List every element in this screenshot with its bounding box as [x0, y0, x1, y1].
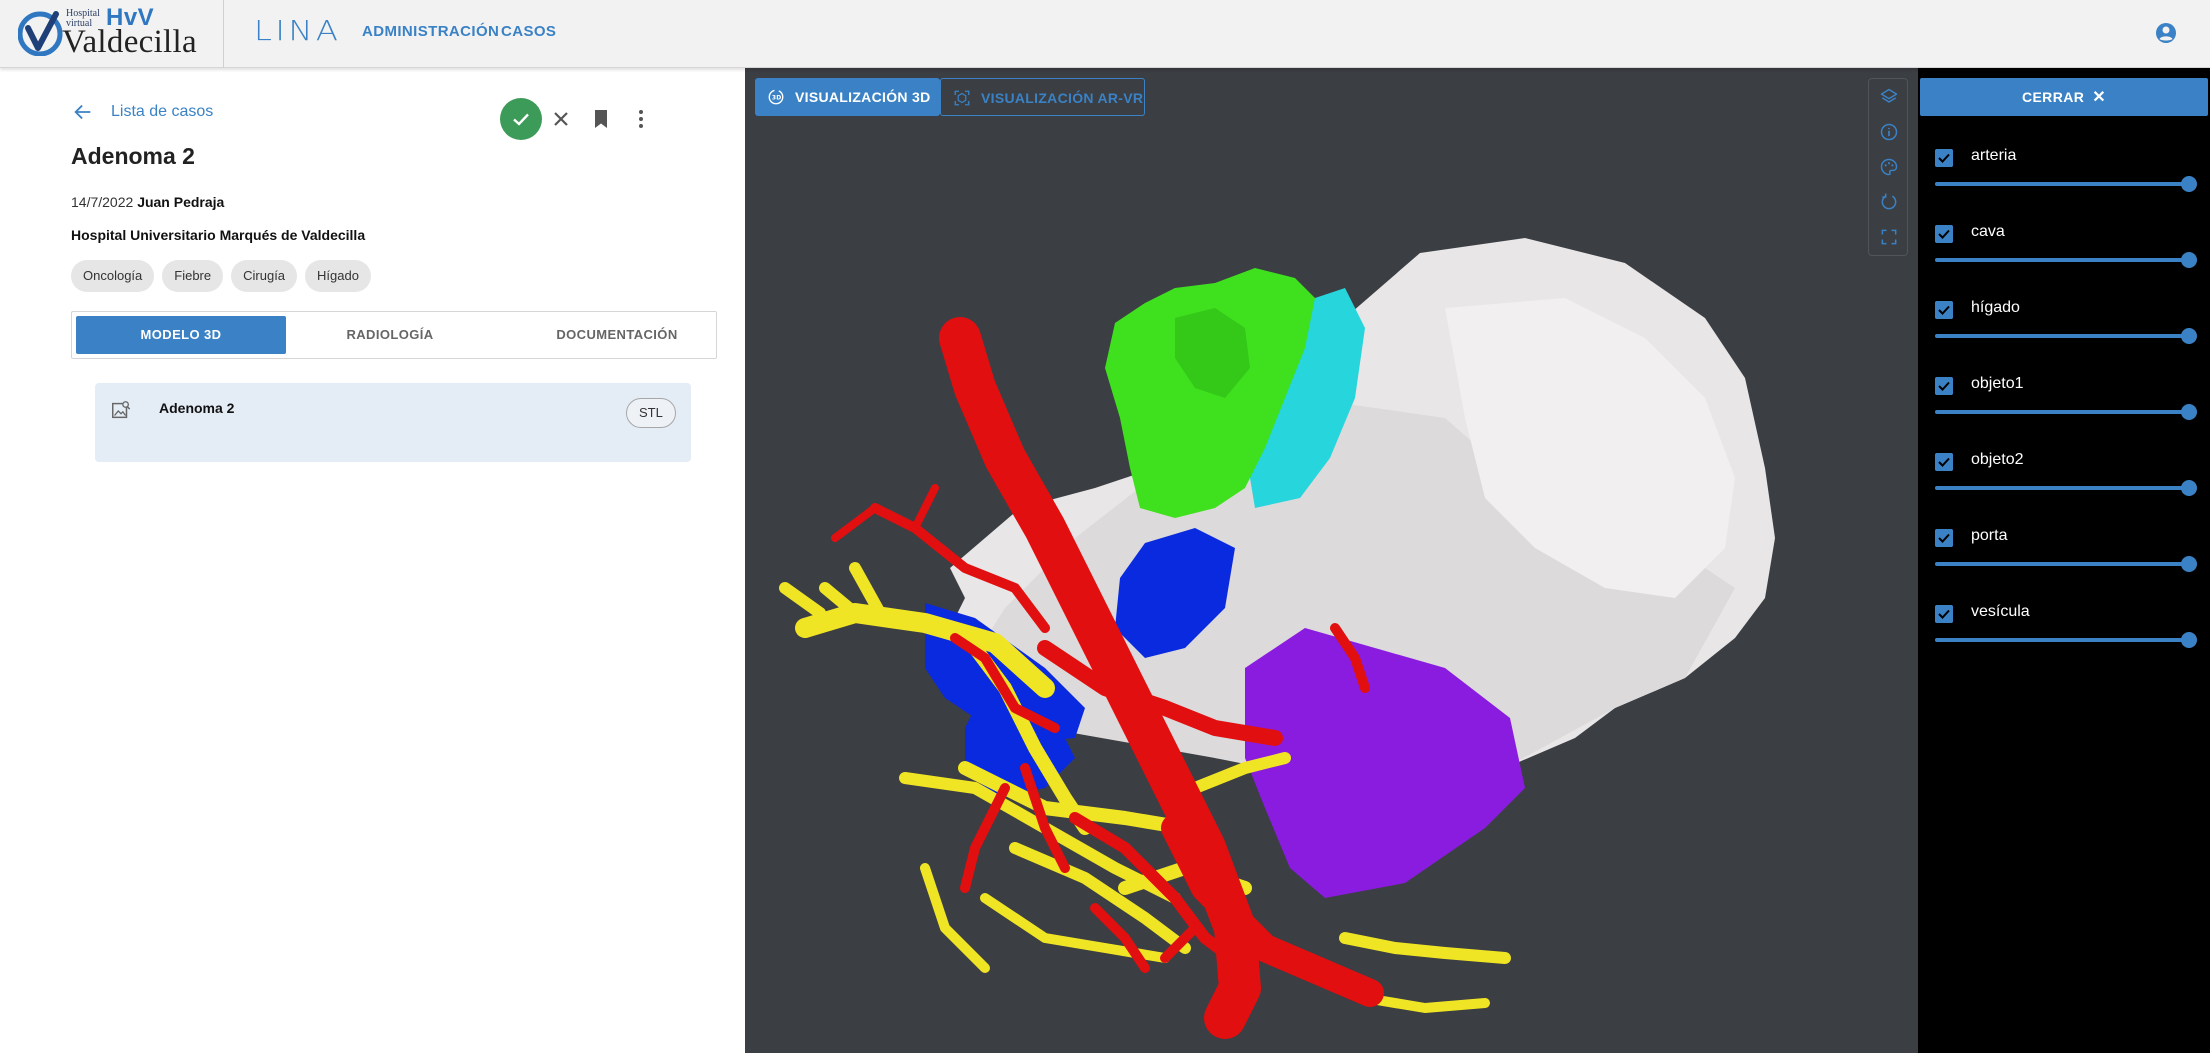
layer-name: objeto2: [1971, 451, 2024, 468]
viewer-toolbar: [1868, 78, 1908, 256]
3d-liver-model-render[interactable]: [745, 68, 1918, 1053]
tag-chip[interactable]: Hígado: [305, 260, 371, 292]
layer-opacity-slider[interactable]: [1935, 182, 2192, 186]
layers-icon[interactable]: [1879, 87, 1899, 107]
layer-opacity-slider-thumb[interactable]: [2181, 328, 2197, 344]
top-header: Hospital virtual HvV Valdecilla LINA ADM…: [0, 0, 2210, 68]
layer-row-objeto2: objeto2: [1918, 439, 2210, 515]
close-icon: ✕: [2092, 89, 2107, 106]
case-date: 14/7/2022: [71, 194, 134, 210]
logo-name: Valdecilla: [62, 24, 197, 60]
header-divider: [223, 0, 224, 68]
layer-opacity-slider-thumb[interactable]: [2181, 252, 2197, 268]
layer-visibility-checkbox[interactable]: [1935, 377, 1953, 395]
app-name[interactable]: LINA: [254, 14, 341, 47]
layer-name: porta: [1971, 527, 2008, 544]
fullscreen-icon[interactable]: [1879, 227, 1899, 247]
layer-name: hígado: [1971, 299, 2020, 316]
layer-name: arteria: [1971, 147, 2017, 164]
case-tags: Oncología Fiebre Cirugía Hígado: [71, 260, 371, 292]
layer-opacity-slider-thumb[interactable]: [2181, 404, 2197, 420]
3d-viewer[interactable]: 3D VISUALIZACIÓN 3D VISUALIZACIÓN AR-VR: [745, 68, 1918, 1053]
layer-name: vesícula: [1971, 603, 2030, 620]
check-icon: [513, 113, 529, 126]
layer-opacity-slider-thumb[interactable]: [2181, 556, 2197, 572]
close-layers-label: CERRAR: [2021, 89, 2085, 105]
more-options-button[interactable]: [629, 107, 653, 131]
layer-opacity-slider-thumb[interactable]: [2181, 632, 2197, 648]
reject-button[interactable]: [549, 107, 573, 131]
layer-opacity-slider[interactable]: [1935, 638, 2192, 642]
tab-visualizacion-3d[interactable]: 3D VISUALIZACIÓN 3D: [755, 78, 940, 116]
layers-panel: CERRAR ✕ arteria cava hígado objeto1 obje…: [1918, 68, 2210, 1053]
svg-text:3D: 3D: [772, 95, 782, 102]
layer-row-vesicula: vesícula: [1918, 591, 2210, 667]
arrow-back-icon[interactable]: [72, 101, 94, 123]
tag-chip[interactable]: Cirugía: [231, 260, 298, 292]
layer-name: cava: [1971, 223, 2005, 240]
bookmark-button[interactable]: [589, 107, 613, 131]
layer-visibility-checkbox[interactable]: [1935, 225, 1953, 243]
more-vert-icon: [639, 110, 643, 128]
case-detail-panel: Lista de casos Adenoma 2 14/7/2022 Juan …: [0, 68, 745, 1053]
layer-opacity-slider[interactable]: [1935, 562, 2192, 566]
logo-mark-icon: [18, 11, 63, 56]
layer-visibility-checkbox[interactable]: [1935, 453, 1953, 471]
hvv-valdecilla-logo[interactable]: Hospital virtual HvV Valdecilla: [18, 4, 223, 62]
layer-visibility-checkbox[interactable]: [1935, 149, 1953, 167]
layer-opacity-slider[interactable]: [1935, 410, 2192, 414]
layer-row-higado: hígado: [1918, 287, 2210, 363]
tab-visualizacion-ar-vr-label: VISUALIZACIÓN AR-VR: [981, 90, 1144, 106]
model-file-name: Adenoma 2: [159, 400, 235, 416]
layer-opacity-slider-thumb[interactable]: [2181, 480, 2197, 496]
close-icon: [554, 112, 568, 126]
layer-opacity-slider[interactable]: [1935, 258, 2192, 262]
nav-casos[interactable]: CASOS: [501, 23, 556, 40]
case-author: Juan Pedraja: [137, 194, 225, 210]
layer-row-porta: porta: [1918, 515, 2210, 591]
tab-visualizacion-ar-vr[interactable]: VISUALIZACIÓN AR-VR: [940, 78, 1145, 116]
tag-chip[interactable]: Fiebre: [162, 260, 224, 292]
info-icon[interactable]: [1879, 122, 1899, 142]
layer-row-objeto1: objeto1: [1918, 363, 2210, 439]
tab-radiologia[interactable]: RADIOLOGÍA: [320, 316, 460, 354]
layer-visibility-checkbox[interactable]: [1935, 301, 1953, 319]
tag-chip[interactable]: Oncología: [71, 260, 155, 292]
reset-rotation-icon[interactable]: [1879, 192, 1899, 212]
bookmark-icon: [595, 110, 607, 128]
image-search-icon: [112, 401, 131, 419]
case-hospital: Hospital Universitario Marqués de Valdec…: [71, 227, 366, 243]
back-to-case-list-link[interactable]: Lista de casos: [111, 103, 213, 121]
layer-opacity-slider-thumb[interactable]: [2181, 176, 2197, 192]
case-tabs: MODELO 3D RADIOLOGÍA DOCUMENTACIÓN: [71, 311, 717, 359]
layer-row-arteria: arteria: [1918, 135, 2210, 211]
layer-visibility-checkbox[interactable]: [1935, 529, 1953, 547]
file-format-badge: STL: [626, 398, 676, 428]
model-file-item[interactable]: Adenoma 2 STL: [95, 383, 691, 462]
case-title: Adenoma 2: [71, 143, 195, 169]
tab-modelo-3d[interactable]: MODELO 3D: [76, 316, 286, 354]
layer-opacity-slider[interactable]: [1935, 334, 2192, 338]
user-account-icon[interactable]: [2154, 21, 2178, 45]
view-in-ar-icon: [954, 90, 970, 106]
tab-documentacion[interactable]: DOCUMENTACIÓN: [522, 316, 712, 354]
tab-visualizacion-3d-label: VISUALIZACIÓN 3D: [795, 89, 931, 105]
nav-administracion[interactable]: ADMINISTRACIÓN: [362, 23, 499, 40]
layer-name: objeto1: [1971, 375, 2024, 392]
approve-button[interactable]: [500, 98, 542, 140]
case-meta-line: 14/7/2022 Juan Pedraja: [71, 194, 224, 210]
3d-rotation-icon: 3D: [768, 89, 784, 105]
layer-visibility-checkbox[interactable]: [1935, 605, 1953, 623]
layer-opacity-slider[interactable]: [1935, 486, 2192, 490]
palette-icon[interactable]: [1879, 157, 1899, 177]
close-layers-button[interactable]: CERRAR ✕: [1920, 78, 2208, 116]
layer-row-cava: cava: [1918, 211, 2210, 287]
